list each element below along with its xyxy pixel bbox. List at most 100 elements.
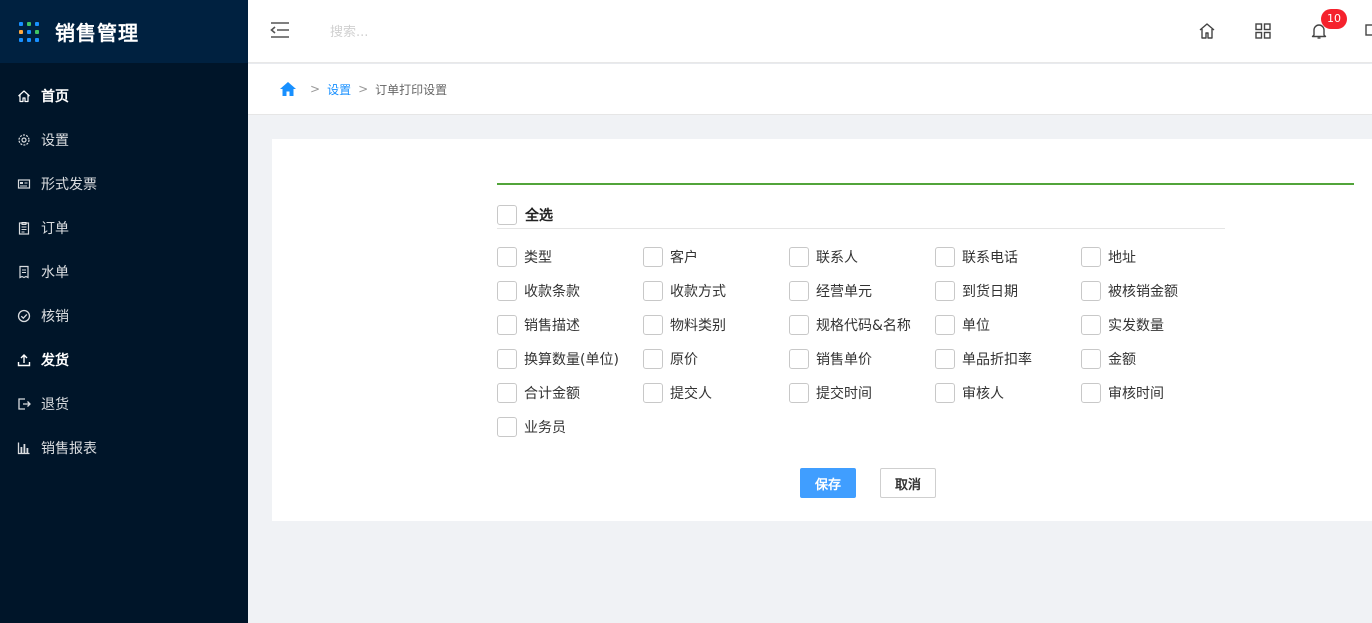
breadcrumb-settings-link[interactable]: 设置 [327,81,351,98]
menu-collapse-icon[interactable] [270,21,290,39]
sidebar-item-3[interactable]: 订单 [0,206,248,250]
field-checkbox[interactable] [643,349,663,369]
field-checkbox[interactable] [643,383,663,403]
search-input[interactable] [330,18,550,46]
field-label: 换算数量(单位) [524,352,619,368]
field-label: 实发数量 [1108,318,1164,334]
invoice-icon [17,177,31,191]
field-row: 类型 客户 联系人 联系电话 地址 [497,240,1237,274]
field-option[interactable]: 收款方式 [643,281,789,301]
field-checkbox[interactable] [789,315,809,335]
field-option[interactable]: 金额 [1081,349,1227,369]
field-option[interactable]: 联系电话 [935,247,1081,267]
field-checkbox[interactable] [643,281,663,301]
field-label: 物料类别 [670,318,726,334]
sidebar-item-7[interactable]: 退货 [0,382,248,426]
field-option[interactable]: 联系人 [789,247,935,267]
field-checkbox[interactable] [497,349,517,369]
field-option[interactable]: 单位 [935,315,1081,335]
field-checkbox[interactable] [1081,315,1101,335]
screen-icon[interactable] [1364,22,1372,40]
apps-logo-icon [19,21,39,42]
field-option[interactable]: 审核人 [935,383,1081,403]
field-option[interactable]: 经营单元 [789,281,935,301]
field-label: 规格代码&名称 [816,318,911,334]
field-checkbox[interactable] [935,247,955,267]
field-label: 销售描述 [524,318,580,334]
field-checkbox[interactable] [789,281,809,301]
breadcrumb: > 设置 > 订单打印设置 [248,64,1372,115]
notification-badge: 10 [1321,9,1347,29]
logout-icon [17,397,31,411]
field-checkbox[interactable] [497,417,517,437]
field-checkbox[interactable] [935,349,955,369]
field-option[interactable]: 到货日期 [935,281,1081,301]
field-checkbox[interactable] [1081,281,1101,301]
field-checkbox[interactable] [497,383,517,403]
receipt-icon [17,265,31,279]
field-checkbox[interactable] [935,315,955,335]
sidebar-item-2[interactable]: 形式发票 [0,162,248,206]
field-checkbox[interactable] [643,247,663,267]
field-checkbox-grid: 类型 客户 联系人 联系电话 地址收款条款 收款方式 经营单元 到货日期 被核销金额销售描述 物料… [497,240,1237,444]
sidebar-item-4[interactable]: 水单 [0,250,248,294]
field-option[interactable]: 单品折扣率 [935,349,1081,369]
home-icon[interactable] [1198,22,1216,40]
sidebar-item-label: 设置 [41,133,69,149]
field-option[interactable]: 原价 [643,349,789,369]
field-checkbox[interactable] [1081,383,1101,403]
sidebar-item-6[interactable]: 发货 [0,338,248,382]
print-settings-panel: 全选 类型 客户 联系人 联系电话 地址收款条款 收款方式 经营单元 到货日期 被核销金额销售描… [272,139,1372,521]
section-divider [497,183,1354,185]
field-label: 收款条款 [524,284,580,300]
field-option[interactable]: 收款条款 [497,281,643,301]
sidebar-item-1[interactable]: 设置 [0,118,248,162]
field-label: 合计金额 [524,386,580,402]
select-all-row: 全选 [497,202,1225,229]
sidebar-item-label: 退货 [41,397,69,413]
field-checkbox[interactable] [1081,349,1101,369]
field-option[interactable]: 地址 [1081,247,1227,267]
sidebar-item-0[interactable]: 首页 [0,74,248,118]
field-option[interactable]: 客户 [643,247,789,267]
field-label: 单位 [962,318,990,334]
field-checkbox[interactable] [789,247,809,267]
field-option[interactable]: 提交时间 [789,383,935,403]
field-checkbox[interactable] [935,281,955,301]
field-option[interactable]: 销售单价 [789,349,935,369]
field-option[interactable]: 合计金额 [497,383,643,403]
breadcrumb-home-icon[interactable] [279,81,297,97]
field-checkbox[interactable] [497,315,517,335]
field-checkbox[interactable] [497,281,517,301]
field-option[interactable]: 被核销金额 [1081,281,1227,301]
sidebar-item-5[interactable]: 核销 [0,294,248,338]
field-label: 审核人 [962,386,1004,402]
field-option[interactable]: 规格代码&名称 [789,315,935,335]
field-checkbox[interactable] [1081,247,1101,267]
field-checkbox[interactable] [497,247,517,267]
select-all-checkbox[interactable] [497,205,517,225]
field-option[interactable]: 业务员 [497,417,643,437]
field-row: 合计金额 提交人 提交时间 审核人 审核时间 [497,376,1237,410]
field-checkbox[interactable] [643,315,663,335]
field-option[interactable]: 提交人 [643,383,789,403]
field-checkbox[interactable] [789,349,809,369]
field-label: 提交人 [670,386,712,402]
save-button[interactable]: 保存 [800,468,856,498]
cancel-button[interactable]: 取消 [880,468,936,498]
field-option[interactable]: 类型 [497,247,643,267]
field-option[interactable]: 物料类别 [643,315,789,335]
field-option[interactable]: 实发数量 [1081,315,1227,335]
sidebar-item-label: 水单 [41,265,69,281]
field-option[interactable]: 换算数量(单位) [497,349,643,369]
grid-icon[interactable] [1254,22,1272,40]
sidebar-item-label: 订单 [41,221,69,237]
sidebar-item-8[interactable]: 销售报表 [0,426,248,470]
field-option[interactable]: 销售描述 [497,315,643,335]
field-row: 换算数量(单位) 原价 销售单价 单品折扣率 金额 [497,342,1237,376]
field-checkbox[interactable] [789,383,809,403]
field-label: 被核销金额 [1108,284,1178,300]
field-option[interactable]: 审核时间 [1081,383,1227,403]
field-label: 地址 [1108,250,1136,266]
field-checkbox[interactable] [935,383,955,403]
